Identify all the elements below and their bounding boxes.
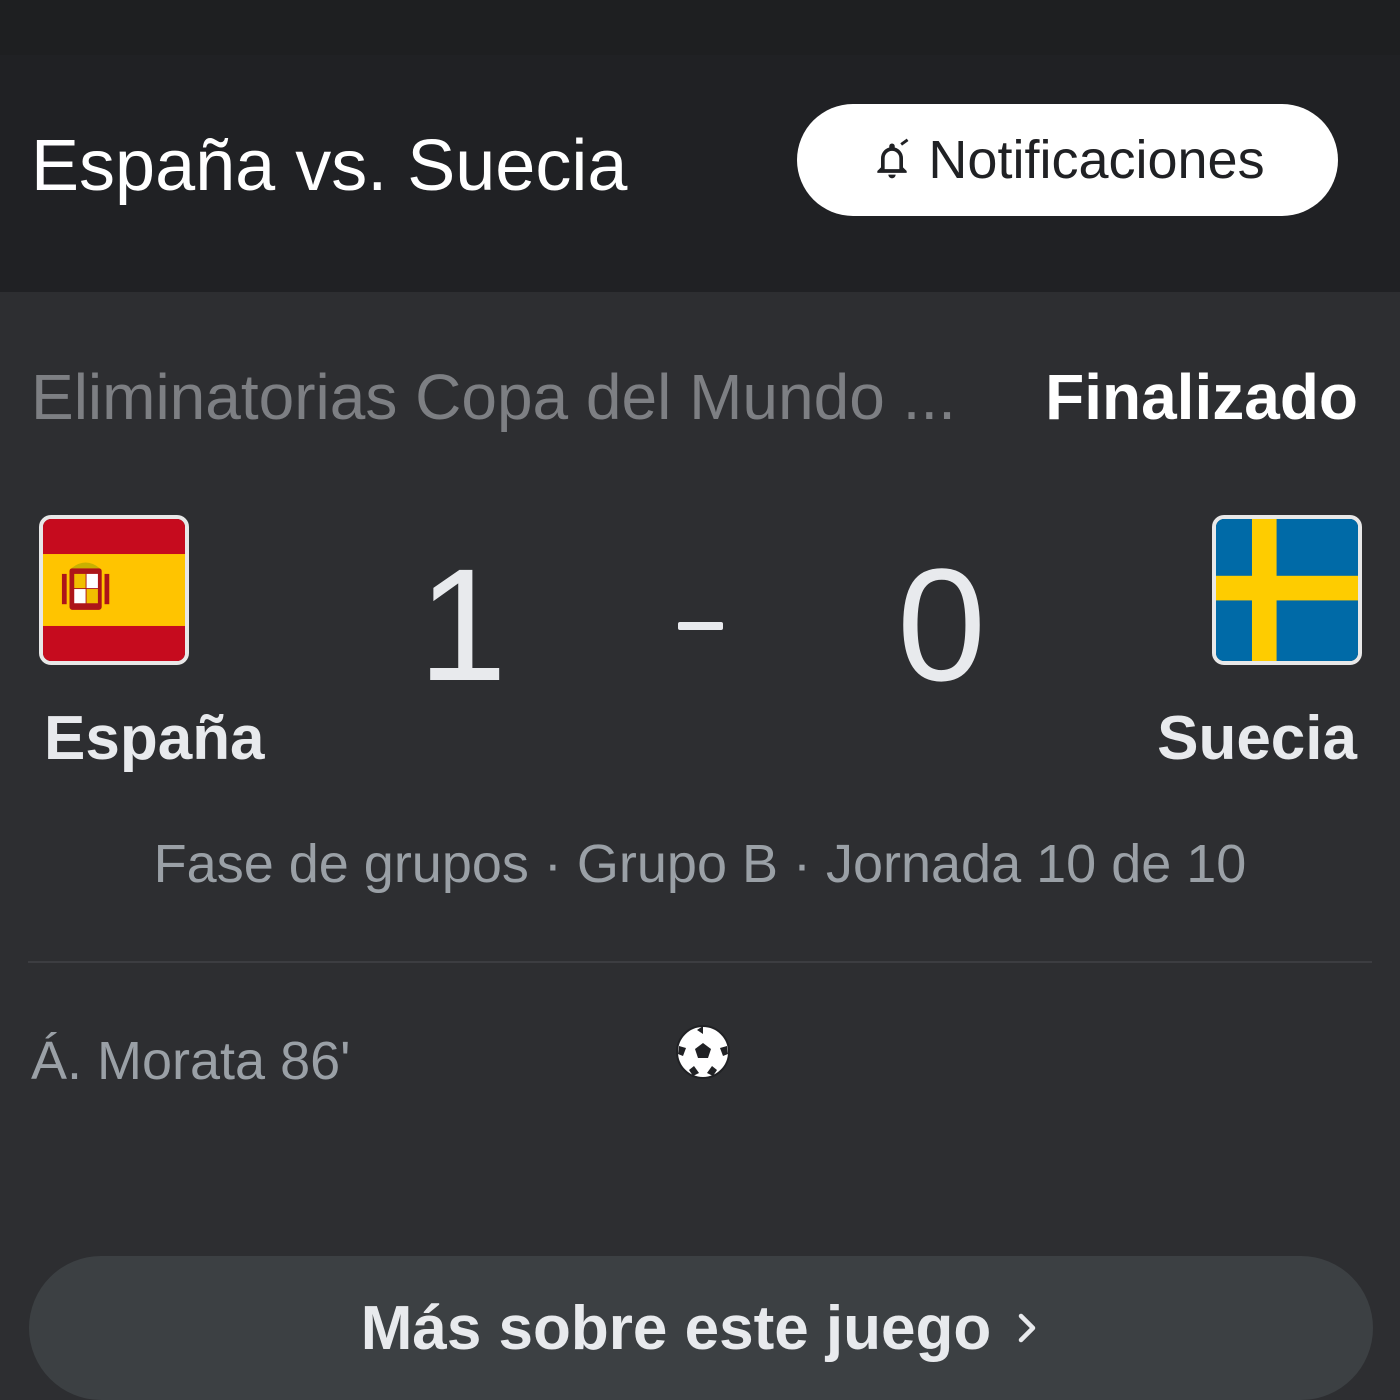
- home-team-name[interactable]: España: [44, 704, 265, 773]
- chevron-right-icon: [1019, 1313, 1036, 1343]
- status-bar: [0, 0, 1400, 55]
- more-about-game-label: Más sobre este juego: [360, 1293, 992, 1363]
- competition-name: Eliminatorias Copa del Mundo ...: [31, 362, 956, 433]
- more-about-game-button[interactable]: Más sobre este juego: [29, 1256, 1373, 1400]
- notifications-button[interactable]: Notificaciones: [797, 104, 1338, 216]
- score-separator: [678, 622, 723, 630]
- round-info: Fase de grupos · Grupo B · Jornada 10 de…: [153, 834, 1247, 894]
- sweden-flag-icon[interactable]: [1212, 515, 1362, 665]
- page-title: España vs. Suecia: [31, 126, 628, 206]
- home-score: 1: [418, 535, 507, 714]
- away-team-name[interactable]: Suecia: [1157, 704, 1357, 773]
- notifications-label: Notificaciones: [928, 130, 1265, 190]
- spain-flag-icon[interactable]: [39, 515, 189, 665]
- soccer-ball-icon: [676, 1025, 730, 1079]
- away-score: 0: [897, 535, 986, 714]
- match-status: Finalizado: [1045, 361, 1358, 433]
- goal-scorer: Á. Morata 86': [31, 1031, 351, 1091]
- divider: [28, 961, 1372, 963]
- bell-plus-icon: [877, 138, 909, 179]
